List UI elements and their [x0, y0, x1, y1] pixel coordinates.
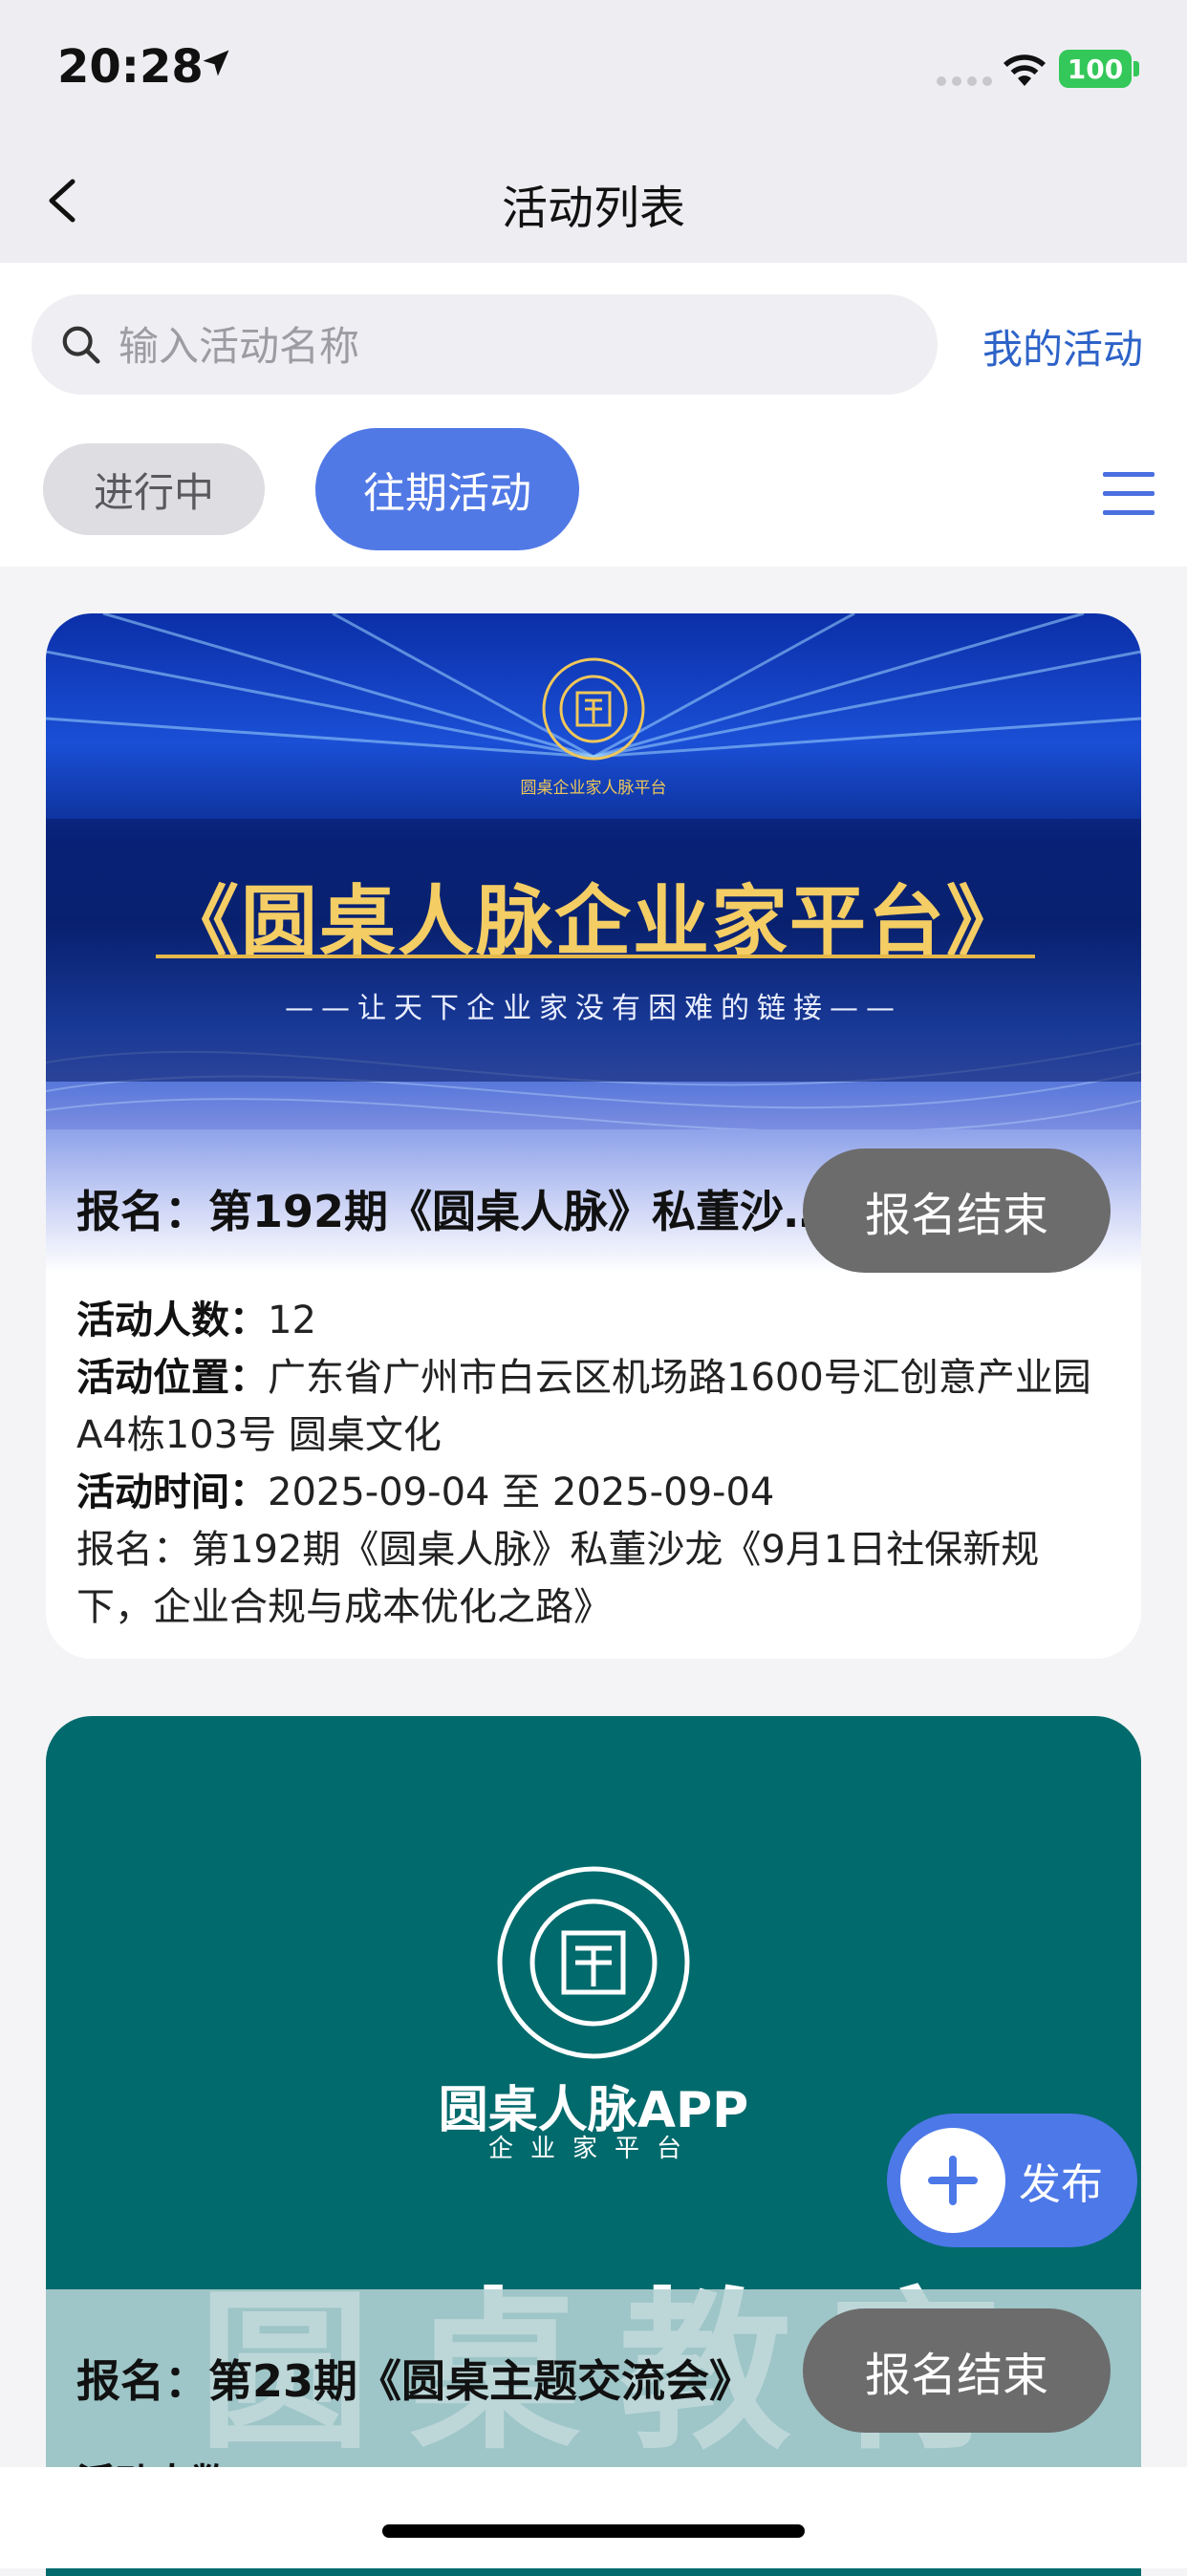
list-menu-icon[interactable]: [1103, 472, 1155, 529]
plus-icon: [900, 2128, 1005, 2233]
time-label: 活动时间：: [76, 1470, 268, 1514]
banner-logo-caption: 圆桌企业家人脉平台: [520, 779, 667, 798]
location-arrow-icon: [203, 50, 229, 76]
card-title: 报名：第192期《圆桌人脉》私董沙龙《9月1日社保新规下，企业合规与成本优化之路…: [76, 1186, 831, 1237]
time-value: 2025-09-04 至 2025-09-04: [268, 1470, 775, 1514]
publish-button[interactable]: 发布: [887, 2114, 1137, 2247]
publish-label: 发布: [1019, 2160, 1103, 2209]
registration-ended-button[interactable]: 报名结束: [803, 1148, 1111, 1273]
signal-icon: [937, 76, 992, 86]
home-indicator[interactable]: [382, 2524, 805, 2538]
wifi-icon: [1004, 54, 1046, 86]
tab-ongoing[interactable]: 进行中: [43, 443, 265, 535]
mensa-dinner-logo-icon: [497, 1866, 690, 2059]
search-icon: [62, 326, 100, 364]
registration-ended-button[interactable]: 报名结束: [803, 2308, 1111, 2433]
mensa-dinner-logo-icon: [542, 657, 645, 761]
card-info: 活动人数：12 活动位置：广东省广州市白云区机场路1600号汇创意产业园A4栋1…: [76, 1292, 1109, 1636]
card-description: 报名：第192期《圆桌人脉》私董沙龙《9月1日社保新规下，企业合规与成本优化之路…: [76, 1528, 1040, 1629]
location-label: 活动位置：: [76, 1356, 268, 1400]
battery-icon: 100: [1059, 50, 1132, 88]
search-input[interactable]: [117, 308, 904, 384]
activity-banner: 圆桌企业家人脉平台 《圆桌人脉企业家平台》 ——让天下企业家没有困难的链接——: [46, 613, 1141, 1129]
tab-past-activities[interactable]: 往期活动: [315, 428, 579, 550]
home-indicator-area: [0, 2467, 1187, 2568]
card-title: 报名：第23期《圆桌主题交流会》: [76, 2355, 754, 2407]
activity-card[interactable]: 圆桌企业家人脉平台 《圆桌人脉企业家平台》 ——让天下企业家没有困难的链接—— …: [46, 613, 1141, 1659]
count-value: 12: [268, 1299, 316, 1342]
my-activity-link[interactable]: 我的活动: [982, 317, 1143, 376]
status-time: 20:28: [57, 40, 204, 94]
info-time-row: 活动时间：2025-09-04 至 2025-09-04: [76, 1464, 1109, 1521]
banner-divider: [156, 955, 1035, 958]
battery-tip: [1133, 61, 1139, 76]
count-label: 活动人数：: [76, 1299, 268, 1342]
banner-subtitle: ——让天下企业家没有困难的链接——: [285, 992, 902, 1025]
page-title: 活动列表: [501, 182, 685, 235]
info-location-row: 活动位置：广东省广州市白云区机场路1600号汇创意产业园A4栋103号 圆桌文化: [76, 1349, 1109, 1464]
info-count-row: 活动人数：12: [76, 1292, 1109, 1349]
